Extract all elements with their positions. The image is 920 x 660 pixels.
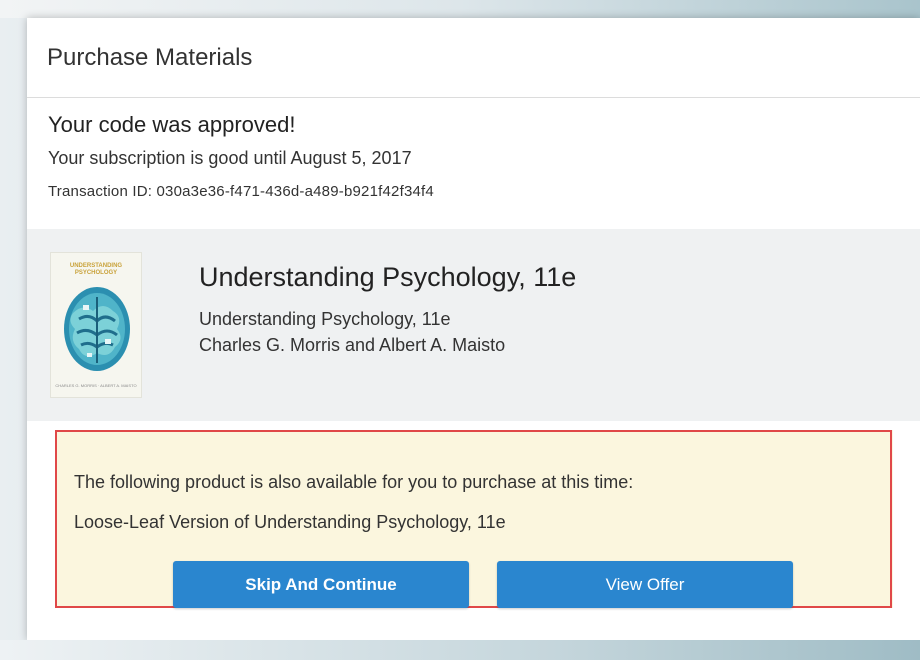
dialog-header: Purchase Materials bbox=[27, 18, 920, 98]
offer-description: The following product is also available … bbox=[74, 472, 634, 492]
approval-section: Your code was approved! Your subscriptio… bbox=[27, 98, 920, 228]
backdrop-top bbox=[0, 0, 920, 18]
product-title: Understanding Psychology, 11e bbox=[199, 262, 577, 292]
purchase-materials-dialog: Purchase Materials Your code was approve… bbox=[27, 18, 920, 640]
dialog-title: Purchase Materials bbox=[47, 44, 253, 71]
transaction-id: Transaction ID: 030a3e36-f471-436d-a489-… bbox=[48, 183, 434, 200]
product-panel: UNDERSTANDING PSYCHOLOGY CHARLES G. MORR… bbox=[27, 229, 920, 421]
cover-authors: CHARLES G. MORRIS · ALBERT A. MAISTO bbox=[55, 383, 137, 388]
product-subtitle: Understanding Psychology, 11e bbox=[199, 309, 451, 329]
book-cover-image: UNDERSTANDING PSYCHOLOGY CHARLES G. MORR… bbox=[50, 252, 142, 398]
brain-illustration-icon bbox=[64, 287, 130, 371]
approval-heading: Your code was approved! bbox=[48, 112, 296, 137]
product-authors: Charles G. Morris and Albert A. Maisto bbox=[199, 335, 506, 355]
backdrop-bottom bbox=[0, 640, 920, 660]
subscription-text: Your subscription is good until August 5… bbox=[48, 148, 412, 168]
offer-product-name: Loose-Leaf Version of Understanding Psyc… bbox=[74, 512, 506, 532]
view-offer-button[interactable]: View Offer bbox=[497, 561, 793, 608]
skip-and-continue-button[interactable]: Skip And Continue bbox=[173, 561, 469, 608]
cover-title: UNDERSTANDING PSYCHOLOGY bbox=[69, 263, 123, 276]
additional-offer-box: The following product is also available … bbox=[55, 430, 892, 608]
